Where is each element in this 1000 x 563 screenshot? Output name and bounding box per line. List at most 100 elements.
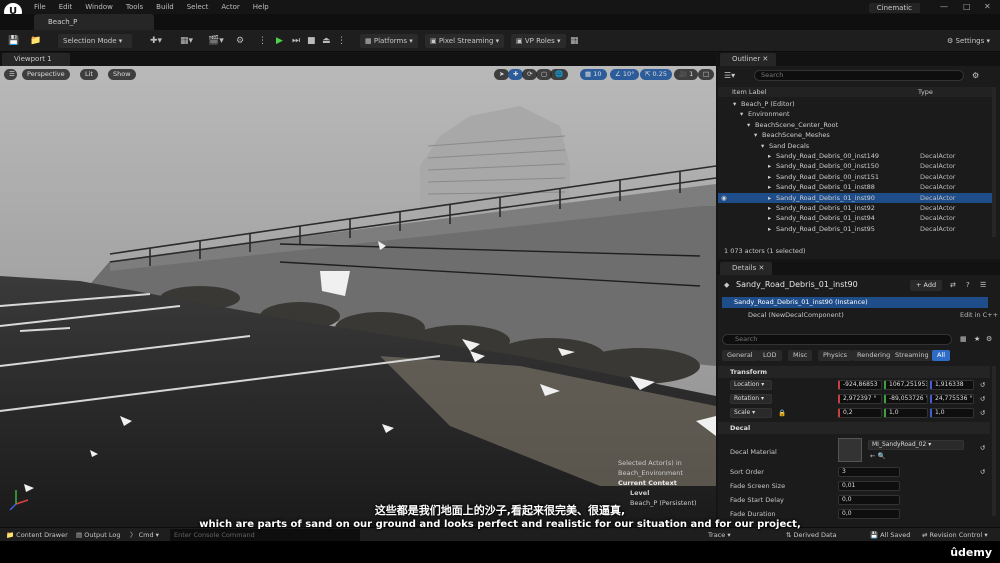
outliner-row[interactable]: ▾ Environment [718, 109, 992, 119]
viewport-tab[interactable]: Viewport 1 [2, 53, 70, 66]
outliner-row[interactable]: ▸ Sandy_Road_Debris_00_inst151 DecalActor [718, 172, 992, 182]
location-x-input[interactable]: -924,86853 [838, 380, 882, 390]
actor-name[interactable]: Sandy_Road_Debris_01_inst90 [736, 280, 858, 289]
menu-help[interactable]: Help [253, 3, 269, 11]
outliner-row[interactable]: ▸ Sandy_Road_Debris_01_inst94 DecalActor [718, 213, 992, 223]
category-tab-rendering[interactable]: Rendering [852, 350, 896, 361]
rotation-snap-toggle[interactable]: ∠ 10° [610, 69, 640, 80]
material-thumbnail[interactable] [838, 438, 862, 462]
output-log-button[interactable]: ▤ Output Log [76, 529, 120, 541]
sort-order-input[interactable]: 3 [838, 467, 900, 477]
selection-mode-dropdown[interactable]: Selection Mode ▾ [58, 34, 132, 48]
rotation-dropdown[interactable]: Rotation ▾ [730, 394, 772, 404]
category-tab-lod[interactable]: LOD [758, 350, 782, 361]
decal-component-row[interactable]: Decal (NewDecalComponent) [748, 311, 844, 319]
scale-x-input[interactable]: 0,2 [838, 408, 882, 418]
menu-edit[interactable]: Edit [59, 3, 73, 11]
edit-in-cpp-link[interactable]: Edit in C++ [960, 311, 998, 319]
add-actor-icon[interactable]: ✚▾ [150, 35, 162, 47]
decal-material-dropdown[interactable]: MI_SandyRoad_02 ▾ [868, 440, 964, 450]
content-drawer-button[interactable]: 📁 Content Drawer [6, 529, 68, 541]
cmd-dropdown[interactable]: 〉 Cmd ▾ [130, 529, 159, 541]
menu-select[interactable]: Select [187, 3, 209, 11]
content-browser-icon[interactable]: 📁 [30, 35, 41, 47]
filter-icon[interactable]: ☰▾ [724, 71, 735, 80]
category-tab-streaming[interactable]: Streaming [890, 350, 934, 361]
help-icon[interactable]: ? [966, 281, 970, 289]
instance-component-row[interactable]: Sandy_Road_Debris_01_inst90 (Instance) [722, 297, 988, 308]
world-space-icon[interactable]: 🌐 [550, 69, 569, 80]
viewport-menu-icon[interactable]: ☰ [4, 69, 17, 80]
category-tab-general[interactable]: General [722, 350, 758, 361]
decal-section[interactable]: Decal [718, 422, 990, 434]
outliner-row[interactable]: ▸ Sandy_Road_Debris_01_inst95 DecalActor [718, 224, 992, 234]
outliner-row[interactable]: ▸ Sandy_Road_Debris_00_inst150 DecalActor [718, 161, 992, 171]
fade-screen-size-input[interactable]: 0,01 [838, 481, 900, 491]
menu-tools[interactable]: Tools [126, 3, 143, 11]
menu-file[interactable]: File [34, 3, 46, 11]
use-selected-icon[interactable]: ← 🔍 [870, 450, 886, 463]
location-z-input[interactable]: 1,916338 [930, 380, 974, 390]
location-dropdown[interactable]: Location ▾ [730, 380, 772, 390]
rotation-x-input[interactable]: 2,972397 ° [838, 394, 882, 404]
lock-scale-icon[interactable]: 🔒 [778, 407, 786, 420]
cinematics-icon[interactable]: 🎬▾ [208, 35, 224, 47]
outliner-row[interactable]: ▾ BeachScene_Meshes [718, 130, 992, 140]
settings-button[interactable]: ⚙ Settings ▾ [942, 34, 995, 48]
pixel-streaming-dropdown[interactable]: ▣ Pixel Streaming ▾ [425, 34, 505, 48]
category-tab-misc[interactable]: Misc [788, 350, 813, 361]
eject-icon[interactable]: ⏏ [322, 35, 331, 47]
blueprint-convert-icon[interactable]: ⇄ [950, 281, 956, 289]
menu-window[interactable]: Window [85, 3, 113, 11]
details-options-icon[interactable]: ☰ [980, 281, 986, 289]
outliner-row[interactable]: ▾ Sand Decals [718, 141, 992, 151]
outliner-row[interactable]: ▸ Sandy_Road_Debris_01_inst92 DecalActor [718, 203, 992, 213]
outliner-scrollbar[interactable] [992, 87, 996, 237]
item-label-column[interactable]: Item Label [732, 87, 766, 97]
grid-view-icon[interactable]: ▦ [960, 335, 967, 343]
camera-speed-button[interactable]: 🎥 1 [674, 69, 699, 80]
play-icon[interactable]: ▶ [276, 35, 283, 47]
skip-icon[interactable]: ⏭ [292, 35, 300, 47]
rotation-y-input[interactable]: -89,053726 ° [884, 394, 928, 404]
level-viewport[interactable]: ☰ Perspective Lit Show ➤ ✚ ⟳ ▢ 🌐 ▦ 10 ∠ … [0, 66, 716, 527]
layout-cinematic-label[interactable]: Cinematic [868, 3, 920, 13]
lit-button[interactable]: Lit [80, 69, 98, 80]
outliner-row[interactable]: ▾ BeachScene_Center_Root [718, 120, 992, 130]
play-options-icon[interactable]: ⋮ [337, 35, 346, 47]
reset-sort-order-icon[interactable]: ↺ [980, 466, 985, 479]
details-scrollbar[interactable] [992, 366, 996, 516]
scale-z-input[interactable]: 1,0 [930, 408, 974, 418]
outliner-row[interactable]: ▸ Sandy_Road_Debris_01_inst88 DecalActor [718, 182, 992, 192]
derived-data-button[interactable]: ⇅ Derived Data [786, 529, 837, 541]
menu-actor[interactable]: Actor [221, 3, 239, 11]
perspective-button[interactable]: Perspective [22, 69, 70, 80]
outliner-settings-icon[interactable]: ⚙ [972, 71, 979, 80]
stop-icon[interactable]: ■ [307, 35, 316, 47]
menu-build[interactable]: Build [156, 3, 174, 11]
level-tab[interactable]: Beach_P [34, 14, 154, 30]
all-saved-indicator[interactable]: 💾 All Saved [870, 529, 910, 541]
save-icon[interactable]: 💾 [8, 35, 19, 47]
minimize-icon[interactable]: — [940, 2, 948, 11]
vr-icon[interactable]: ▦ [570, 35, 579, 47]
outliner-row[interactable]: ▸ Sandy_Road_Debris_00_inst149 DecalActor [718, 151, 992, 161]
blueprint-icon[interactable]: ▦▾ [180, 35, 193, 47]
build-icon[interactable]: ⋮ [258, 35, 267, 47]
maximize-icon[interactable]: □ [963, 2, 971, 11]
add-component-button[interactable]: + Add [910, 280, 943, 291]
modes-icon[interactable]: ⚙ [236, 35, 244, 47]
maximize-viewport-icon[interactable]: □ [698, 69, 715, 80]
visibility-eye-icon[interactable]: ◉ [721, 193, 727, 203]
type-column[interactable]: Type [918, 87, 933, 97]
platforms-dropdown[interactable]: ▦ Platforms ▾ [360, 34, 418, 48]
details-settings-icon[interactable]: ⚙ [986, 335, 992, 343]
reset-scale-icon[interactable]: ↺ [980, 407, 985, 420]
category-tab-all[interactable]: All [932, 350, 951, 361]
grid-snap-toggle[interactable]: ▦ 10 [580, 69, 607, 80]
console-input[interactable]: Enter Console Command [170, 529, 360, 541]
favorite-star-icon[interactable]: ★ [974, 335, 980, 343]
scale-y-input[interactable]: 1,0 [884, 408, 928, 418]
outliner-search-input[interactable]: Search [754, 70, 964, 81]
outliner-row[interactable]: ◉ ▸ Sandy_Road_Debris_01_inst90 DecalActor [718, 192, 992, 203]
